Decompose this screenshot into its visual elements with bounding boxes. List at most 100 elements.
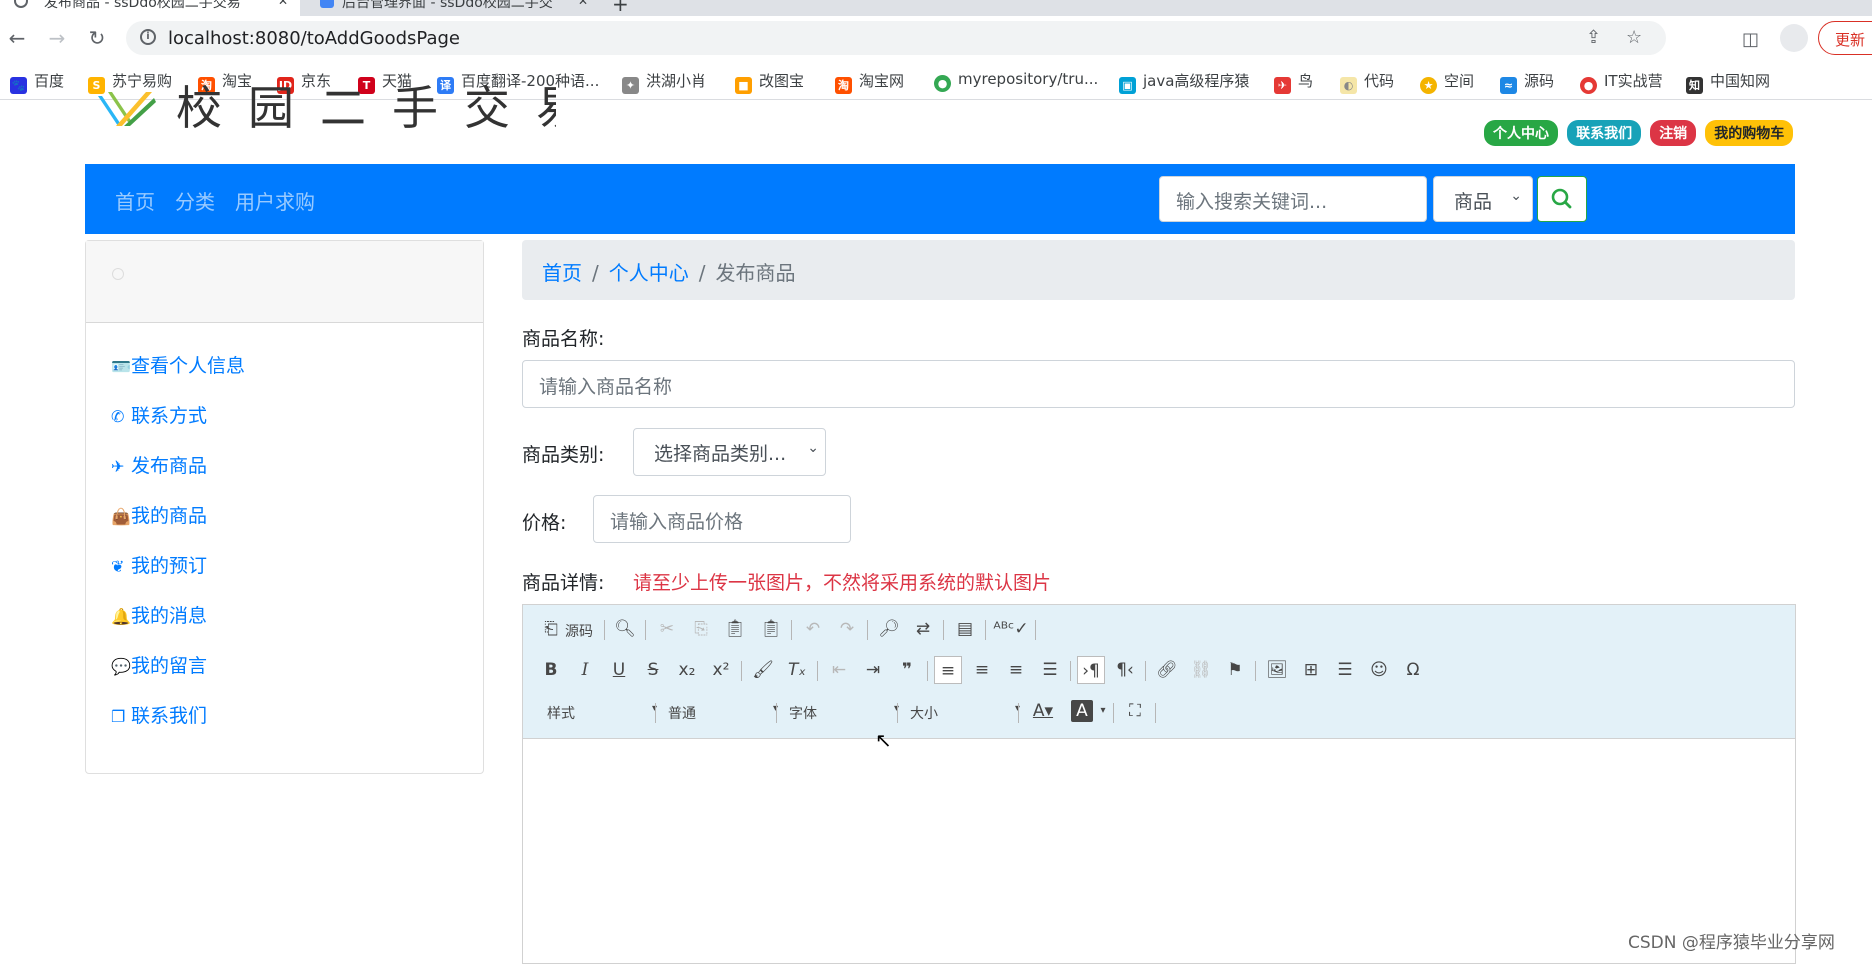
bookmark-item[interactable]: ≈ 源码 [1500,70,1554,94]
bookmark-item[interactable]: ◐ 代码 [1340,70,1394,94]
sidebar-item-contact-us[interactable]: ❐ 联系我们 [111,701,207,728]
contact-us-badge[interactable]: 联系我们 [1567,120,1642,146]
update-button[interactable]: 更新 [1818,21,1872,55]
smiley-icon[interactable]: ☺ [1365,656,1393,684]
preview-icon[interactable]: 🔍︎ [611,615,639,643]
sidebar-item-messages[interactable]: 🔔我的消息 [111,601,207,628]
sidebar-item-profile[interactable]: 🪪查看个人信息 [111,351,245,378]
align-left-icon[interactable]: ≡ [934,656,962,684]
search-button[interactable] [1537,176,1587,222]
site-info-icon[interactable]: i [140,29,156,45]
copy-format-icon[interactable]: 🖌︎ [749,656,777,684]
nav-link-wanted[interactable]: 用户求购 [235,186,315,215]
bookmark-item[interactable]: ■ 改图宝 [735,70,804,94]
close-tab-icon[interactable]: ✕ [278,0,288,8]
font-combo[interactable]: 字体▾ [789,703,899,729]
page-globe-icon [14,0,28,8]
search-scope-select[interactable]: 商品 ⌄ [1433,176,1533,222]
source-button-label[interactable]: 源码 [565,621,593,641]
nav-link-category[interactable]: 分类 [175,186,215,215]
price-input[interactable]: 请输入商品价格 [593,495,851,543]
align-right-icon[interactable]: ≡ [1002,656,1030,684]
italic-icon[interactable]: I [571,656,599,684]
text-color-icon[interactable]: A▾ [1029,697,1057,725]
header-badges: 个人中心 联系我们 注销 我的购物车 [1480,120,1794,146]
format-combo[interactable]: 普通▾ [668,703,778,729]
close-tab-icon[interactable]: ✕ [578,0,588,8]
bookmark-item[interactable]: ▣ java高级程序猿 [1119,70,1249,94]
breadcrumb-personal-center[interactable]: 个人中心 [609,261,689,285]
sidebar-item-my-goods[interactable]: 👜我的商品 [111,501,207,528]
goods-category-select[interactable]: 选择商品类别... ⌄ [633,428,826,476]
anchor-flag-icon[interactable]: ⚑ [1221,656,1249,684]
spellcheck-icon[interactable]: ᴬᴮᶜ✓ [993,615,1029,643]
align-center-icon[interactable]: ≡ [968,656,996,684]
bookmark-item[interactable]: 🐾 百度 [10,70,64,94]
personal-center-badge[interactable]: 个人中心 [1484,120,1558,146]
copy-icon[interactable]: ⎘ [687,615,715,643]
image-icon[interactable]: 🖼︎ [1263,656,1291,684]
bookmark-item[interactable]: ✈ 鸟 [1274,70,1313,94]
bookmark-item[interactable]: ★ 空间 [1420,70,1474,94]
sidebar-item-contact[interactable]: ✆ 联系方式 [111,401,207,428]
undo-icon[interactable]: ↶ [799,615,827,643]
logout-badge[interactable]: 注销 [1650,120,1697,146]
site-logo[interactable]: 校园二手交易平台 [96,80,556,140]
browser-tab-active[interactable]: 发布商品 - ssDdo校园二手交易 ✕ [0,0,300,16]
align-justify-icon[interactable]: ☰ [1036,656,1064,684]
search-input[interactable]: 输入搜索关键词... [1159,176,1427,222]
bold-icon[interactable]: B [537,656,565,684]
toolbar-separator [1035,620,1036,640]
profile-avatar-icon[interactable] [1780,24,1808,52]
find-icon[interactable]: 🔎︎ [875,615,903,643]
nav-link-home[interactable]: 首页 [115,186,155,215]
sidebar-item-bookings[interactable]: ❦ 我的预订 [111,551,207,578]
cut-icon[interactable]: ✂ [653,615,681,643]
unlink-icon[interactable]: ⛓ [1187,656,1215,684]
blockquote-icon[interactable]: ❞ [893,656,921,684]
redo-icon[interactable]: ↷ [833,615,861,643]
paste-icon[interactable]: 📋︎ [721,615,749,643]
outdent-icon[interactable]: ⇤ [825,656,853,684]
replace-icon[interactable]: ⇄ [909,615,937,643]
bookmark-star-icon[interactable]: ☆ [1626,27,1642,48]
rtl-icon[interactable]: ¶‹ [1111,656,1139,684]
breadcrumb-home[interactable]: 首页 [542,261,582,285]
remove-format-icon[interactable]: Tₓ [783,656,811,684]
bookmark-item[interactable]: 知中国知网 [1686,70,1770,94]
strikethrough-icon[interactable]: S [639,656,667,684]
bookmark-item[interactable]: ✦ 洪湖小肖 [622,70,706,94]
styles-combo[interactable]: 样式▾ [547,703,657,729]
ltr-icon[interactable]: ›¶ [1077,656,1105,684]
bookmark-item[interactable]: ● IT实战营 [1580,70,1663,94]
editor-content-area[interactable] [523,739,1795,965]
subscript-icon[interactable]: x₂ [673,656,701,684]
select-all-icon[interactable]: ▤ [951,615,979,643]
table-icon[interactable]: ⊞ [1297,656,1325,684]
bookmark-item[interactable]: ● myrepository/tru... [934,70,1098,92]
new-tab-icon[interactable]: + [612,0,629,16]
goods-name-input[interactable]: 请输入商品名称 [522,360,1795,408]
browser-tab[interactable]: 后台管理界面 - ssDdo校园二手交 ✕ [302,0,600,16]
font-size-combo[interactable]: 大小▾ [910,703,1020,729]
paste-text-icon[interactable]: 📋︎ [757,615,785,643]
underline-icon[interactable]: U [605,656,633,684]
back-arrow-icon[interactable]: ← [4,26,30,50]
superscript-icon[interactable]: x² [707,656,735,684]
special-char-icon[interactable]: Ω [1399,656,1427,684]
source-icon[interactable]: ⎗ [537,615,565,643]
maximize-icon[interactable]: ⛶ [1121,697,1149,725]
sidebar-item-comments[interactable]: 💬我的留言 [111,651,207,678]
indent-icon[interactable]: ⇥ [859,656,887,684]
shopping-cart-badge[interactable]: 我的购物车 [1705,120,1794,146]
share-icon[interactable]: ⇪ [1586,27,1601,48]
bookmark-item[interactable]: 淘淘宝网 [835,70,904,94]
toolbar-separator [1070,661,1071,681]
forward-arrow-icon[interactable]: → [44,26,70,50]
sidebar-item-publish[interactable]: ✈ 发布商品 [111,451,207,478]
address-field[interactable]: i localhost:8080/toAddGoodsPage ⇪ ☆ [126,21,1666,55]
reload-icon[interactable]: ↻ [84,26,110,50]
horizontal-line-icon[interactable]: ☰ [1331,656,1359,684]
side-panel-icon[interactable]: ◫ [1742,29,1759,50]
link-icon[interactable]: 🔗︎ [1153,656,1181,684]
